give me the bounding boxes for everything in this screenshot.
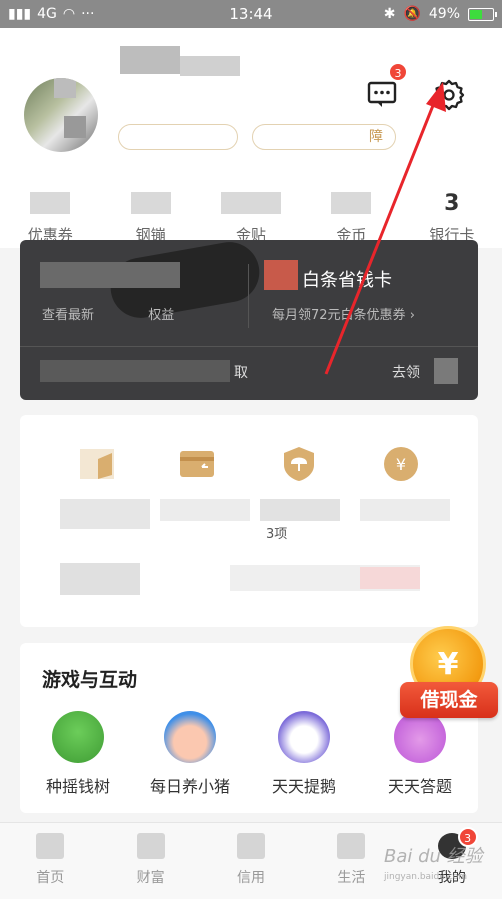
- membership-card: 查看最新 权益 白条省钱卡 每月领72元白条优惠券 › 取 去领: [20, 240, 478, 400]
- service-caption: 3项: [266, 527, 288, 542]
- game-label: 每日养小猪: [149, 777, 230, 796]
- go-blurred: [434, 358, 458, 384]
- home-icon: [36, 833, 65, 859]
- games-title: 游戏与互动: [42, 669, 138, 691]
- asset-coupons[interactable]: 优惠券: [0, 186, 100, 245]
- asset-row: 优惠券 钢镚 金贴 金币 3 银行卡: [0, 186, 502, 245]
- game-label: 天天答题: [387, 777, 452, 796]
- chevron-right-icon: ›: [409, 308, 415, 323]
- asset-jintie[interactable]: 金贴: [201, 186, 301, 245]
- card-logo: [264, 260, 298, 290]
- asset-coins[interactable]: 金币: [301, 186, 401, 245]
- goose-icon: [278, 711, 330, 763]
- game-daily-pig[interactable]: 每日养小猪: [140, 711, 240, 797]
- tab-wealth[interactable]: 财富: [100, 823, 200, 899]
- wallet-icon[interactable]: [78, 445, 116, 483]
- promo-blurred: [60, 563, 140, 595]
- asset-value-blurred: [331, 192, 372, 214]
- yen-coin-icon[interactable]: ¥: [382, 445, 420, 483]
- tab-home[interactable]: 首页: [0, 823, 100, 899]
- service-label-blurred: [160, 499, 250, 521]
- insurance-pill-text: 障: [369, 129, 383, 145]
- username-blurred: [120, 46, 180, 74]
- message-button[interactable]: 3: [366, 62, 408, 110]
- asset-value-blurred: [130, 192, 171, 214]
- baidu-watermark-url: jingyan.baidu.com: [384, 872, 468, 882]
- baitiao-card-title[interactable]: 白条省钱卡: [302, 266, 392, 292]
- settings-button[interactable]: [432, 78, 466, 112]
- member-pill[interactable]: [118, 124, 238, 150]
- baitiao-card-subtitle[interactable]: 每月领72元白条优惠券 ›: [272, 304, 415, 323]
- card-icon[interactable]: [178, 445, 216, 483]
- tab-label: 财富: [136, 870, 165, 886]
- asset-gangbeng[interactable]: 钢镚: [100, 186, 200, 245]
- game-money-tree[interactable]: 种摇钱树: [28, 711, 128, 797]
- service-label-blurred: [260, 499, 340, 521]
- left-subtitle[interactable]: 查看最新 权益: [42, 304, 174, 323]
- username-blurred-2: [180, 56, 240, 76]
- avatar[interactable]: [24, 78, 98, 152]
- life-icon: [337, 833, 366, 859]
- pig-icon: [164, 711, 216, 763]
- asset-value: 3: [444, 190, 460, 216]
- message-icon: [367, 81, 397, 107]
- bottom-blurred: [40, 360, 230, 382]
- left-title-blurred: [40, 262, 180, 288]
- battery-icon: [468, 7, 497, 21]
- profile-header: 障 3 优惠券 钢镚 金贴 金币 3 银行卡: [0, 28, 502, 248]
- service-label-blurred: [360, 499, 450, 521]
- gear-icon: [433, 79, 465, 111]
- tab-label: 首页: [36, 870, 65, 886]
- service-label-blurred: [60, 499, 150, 529]
- svg-text:¥: ¥: [396, 455, 406, 474]
- money-tree-icon: [52, 711, 104, 763]
- shield-umbrella-icon[interactable]: [280, 445, 318, 483]
- tab-label: 信用: [237, 870, 266, 886]
- baidu-watermark: Bai du 经验: [384, 846, 483, 867]
- game-goose[interactable]: 天天提鹅: [254, 711, 354, 797]
- bottom-text: 取: [234, 365, 248, 381]
- card-divider: [248, 264, 249, 328]
- borrow-cash-label: 借现金: [400, 682, 498, 718]
- game-label: 种摇钱树: [45, 777, 110, 796]
- wealth-icon: [136, 833, 165, 859]
- insurance-pill[interactable]: 障: [252, 124, 396, 150]
- message-badge: 3: [388, 62, 408, 82]
- asset-value-blurred: [221, 192, 282, 214]
- battery-level: [470, 9, 482, 19]
- game-quiz[interactable]: 天天答题: [370, 711, 470, 797]
- borrow-cash-float[interactable]: ¥ 借现金: [400, 626, 498, 722]
- promo-blurred: [360, 567, 420, 589]
- status-bar: ▮▮▮ 4G ◠ ··· 13:44 ✱ 🔕 49%: [0, 0, 502, 28]
- game-label: 天天提鹅: [271, 777, 336, 796]
- services-card: ¥ 3项: [20, 415, 478, 627]
- card-hr: [20, 346, 478, 347]
- clock: 13:44: [229, 5, 273, 23]
- asset-bank-cards[interactable]: 3 银行卡: [402, 186, 502, 245]
- asset-value-blurred: [30, 192, 71, 214]
- tab-credit[interactable]: 信用: [201, 823, 301, 899]
- credit-icon: [237, 833, 266, 859]
- go-claim-button[interactable]: 去领: [392, 362, 420, 382]
